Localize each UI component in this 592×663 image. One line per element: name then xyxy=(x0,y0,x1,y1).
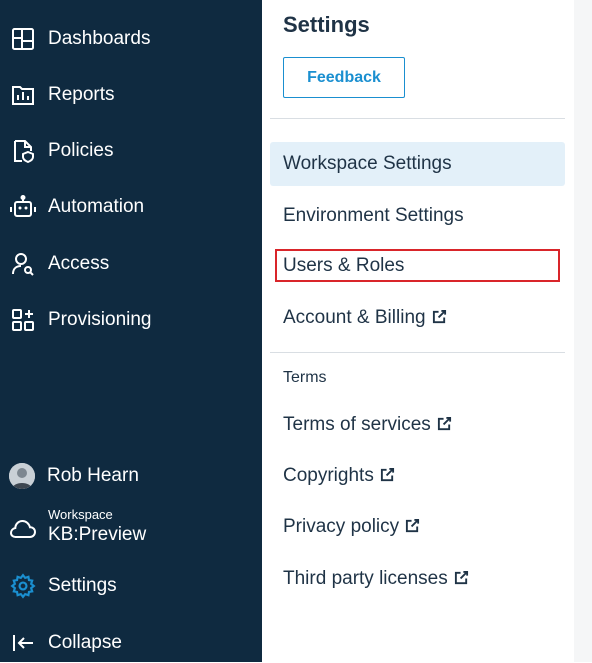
sidebar-item-dashboards[interactable]: Dashboards xyxy=(0,19,262,59)
sidebar-item-reports[interactable]: Reports xyxy=(0,75,262,115)
avatar xyxy=(9,463,35,489)
link-text: Privacy policy xyxy=(283,516,420,539)
sidebar-item-label: Policies xyxy=(48,140,114,161)
link-copyrights[interactable]: Copyrights xyxy=(270,454,565,498)
sidebar-item-label: Settings xyxy=(48,575,117,596)
collapse-icon xyxy=(10,630,36,656)
provisioning-icon xyxy=(10,307,36,333)
dashboard-icon xyxy=(10,26,36,52)
workspace-name: KB:Preview xyxy=(48,524,147,545)
external-link-icon xyxy=(405,517,420,539)
page-title: Settings xyxy=(283,12,370,37)
menu-item-text: Account & Billing xyxy=(283,307,447,330)
link-label: Privacy policy xyxy=(283,515,400,537)
settings-panel: Settings Feedback Workspace Settings Env… xyxy=(262,0,574,662)
link-text: Terms of services xyxy=(283,414,452,437)
menu-item-workspace-settings[interactable]: Workspace Settings xyxy=(270,142,565,186)
reports-icon xyxy=(10,82,36,108)
user-profile[interactable]: Rob Hearn xyxy=(0,456,262,496)
external-link-icon xyxy=(437,415,452,437)
link-text: Copyrights xyxy=(283,465,395,488)
menu-item-environment-settings[interactable]: Environment Settings xyxy=(270,194,565,238)
collapse-button[interactable]: Collapse xyxy=(0,623,262,663)
link-text: Third party licenses xyxy=(283,568,469,591)
cloud-icon xyxy=(9,516,37,542)
sidebar-item-label: Access xyxy=(48,253,110,274)
sidebar-item-provisioning[interactable]: Provisioning xyxy=(0,300,262,340)
policies-icon xyxy=(10,138,36,164)
user-search-icon xyxy=(10,251,36,277)
menu-item-label: Environment Settings xyxy=(283,205,464,226)
link-label: Terms of services xyxy=(283,413,431,435)
link-label: Copyrights xyxy=(283,464,374,486)
menu-item-label: Workspace Settings xyxy=(283,153,452,174)
content-background xyxy=(574,0,592,662)
sidebar-item-access[interactable]: Access xyxy=(0,244,262,284)
sidebar-item-label: Collapse xyxy=(48,632,122,653)
sidebar-item-policies[interactable]: Policies xyxy=(0,131,262,171)
feedback-button[interactable]: Feedback xyxy=(283,57,405,98)
menu-item-label: Users & Roles xyxy=(283,255,405,276)
workspace-caption: Workspace xyxy=(48,507,113,522)
sidebar: Dashboards Reports Policies Automation A… xyxy=(0,0,262,662)
external-link-icon xyxy=(432,308,447,330)
robot-icon xyxy=(10,194,36,220)
menu-item-label: Account & Billing xyxy=(283,306,426,328)
link-privacy-policy[interactable]: Privacy policy xyxy=(270,505,565,549)
sidebar-item-automation[interactable]: Automation xyxy=(0,187,262,227)
divider xyxy=(270,118,565,119)
workspace-switcher[interactable]: Workspace KB:Preview xyxy=(0,502,262,552)
sidebar-item-settings[interactable]: Settings xyxy=(0,566,262,606)
user-name: Rob Hearn xyxy=(47,465,139,486)
terms-caption: Terms xyxy=(283,369,327,386)
link-label: Third party licenses xyxy=(283,567,448,589)
sidebar-item-label: Dashboards xyxy=(48,28,151,49)
menu-item-account-billing[interactable]: Account & Billing xyxy=(270,296,565,340)
menu-item-users-roles[interactable]: Users & Roles xyxy=(270,244,565,288)
sidebar-item-label: Reports xyxy=(48,84,115,105)
sidebar-item-label: Provisioning xyxy=(48,309,152,330)
divider xyxy=(270,352,565,353)
sidebar-item-label: Automation xyxy=(48,196,145,217)
link-third-party-licenses[interactable]: Third party licenses xyxy=(270,557,565,601)
link-terms-of-services[interactable]: Terms of services xyxy=(270,403,565,447)
external-link-icon xyxy=(380,466,395,488)
external-link-icon xyxy=(454,569,469,591)
gear-icon xyxy=(10,573,36,599)
